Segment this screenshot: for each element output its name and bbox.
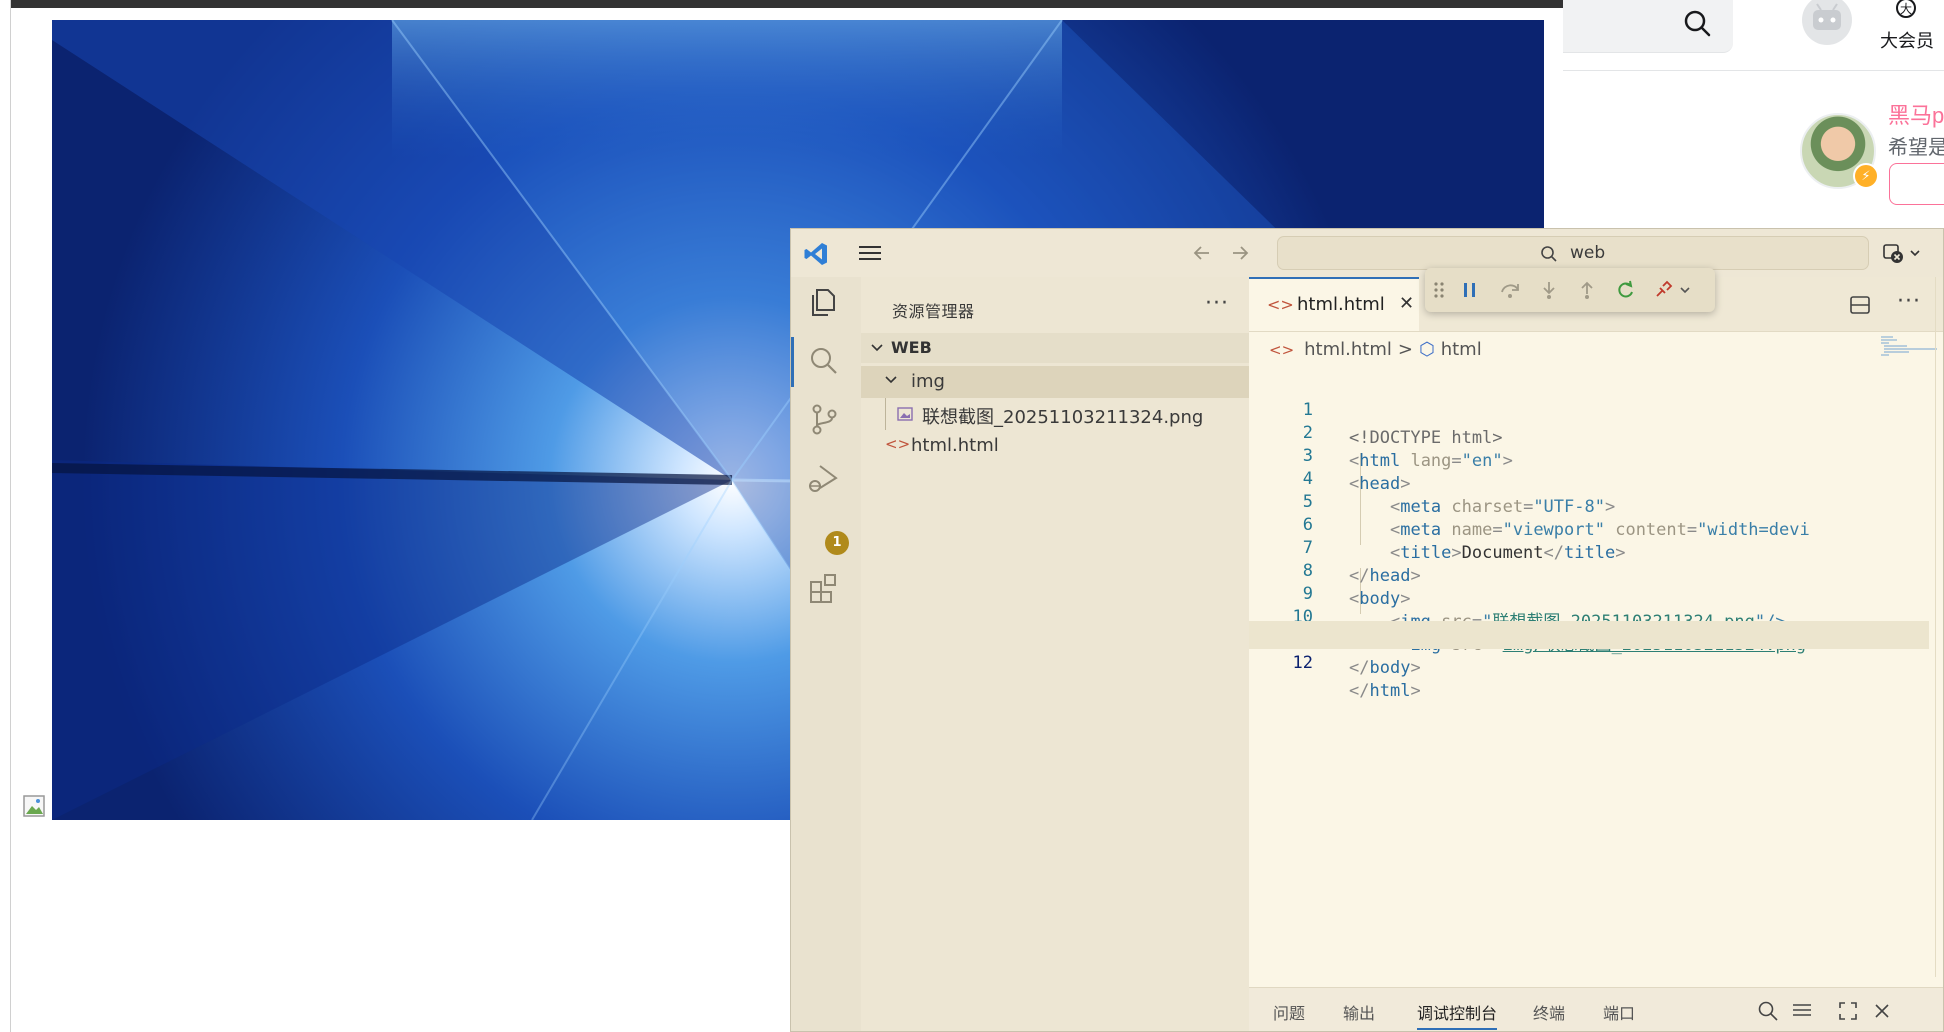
activity-bar: 1 xyxy=(791,277,862,1031)
vip-label[interactable]: 大会员 xyxy=(1880,27,1934,53)
profile-signature: 希望是 xyxy=(1888,137,1944,159)
breadcrumb-file[interactable]: html.html xyxy=(1304,339,1392,360)
step-out-icon[interactable] xyxy=(1577,280,1597,304)
symbol-icon: ⬡ xyxy=(1418,339,1435,360)
menu-icon[interactable] xyxy=(857,243,883,267)
tab-problems[interactable]: 问题 xyxy=(1273,1000,1305,1024)
copilot-status-icon[interactable] xyxy=(1881,241,1925,269)
profile-name[interactable]: 黑马p xyxy=(1888,98,1944,130)
run-and-debug-icon[interactable] xyxy=(806,461,842,501)
explorer-sidebar: 资源管理器 ··· WEB img 联想截图_20251103211324.pn… xyxy=(861,277,1250,1031)
breadcrumb-separator: > xyxy=(1397,339,1413,360)
filter-icon[interactable] xyxy=(1791,1000,1813,1026)
file-label: 联想截图_20251103211324.png xyxy=(922,407,1204,428)
minimap[interactable] xyxy=(1879,335,1939,435)
command-center-text: web xyxy=(1570,243,1606,263)
restart-icon[interactable] xyxy=(1616,280,1636,304)
mascot-avatar-icon[interactable] xyxy=(1800,0,1854,48)
vscode-window: web 1 资源管理器 ··· WEB img 联想截图_20251103211… xyxy=(790,228,1944,1032)
tree-folder-img[interactable]: img xyxy=(861,366,1249,398)
active-indicator xyxy=(791,337,794,387)
command-center-search[interactable]: web xyxy=(1277,236,1869,270)
workspace-section-header[interactable]: WEB xyxy=(861,333,1249,363)
close-icon[interactable] xyxy=(1871,1000,1893,1026)
split-editor-icon[interactable] xyxy=(1849,294,1871,320)
image-file-icon xyxy=(897,406,913,422)
code-editor[interactable]: 1 <!DOCTYPE html> 2 <html lang="en"> 3 <… xyxy=(1249,368,1929,701)
line-number: 12 xyxy=(1292,653,1313,673)
editor-area: <> html.html ✕ ··· <> html.html > ⬡ html… xyxy=(1249,268,1943,1031)
explorer-title: 资源管理器 xyxy=(892,302,975,321)
tree-file-html[interactable]: <> html.html xyxy=(861,430,1249,462)
search-icon[interactable] xyxy=(806,343,842,383)
file-label: html.html xyxy=(911,435,999,456)
breadcrumb-symbol[interactable]: html xyxy=(1441,339,1482,360)
title-bar: web xyxy=(791,229,1943,277)
tab-debug-console[interactable]: 调试控制台 xyxy=(1417,1000,1498,1030)
workspace-label: WEB xyxy=(891,338,932,357)
header-divider xyxy=(1563,70,1944,71)
html-file-icon: <> xyxy=(1267,295,1294,314)
tab-output[interactable]: 输出 xyxy=(1343,1000,1375,1024)
html-file-icon: <> xyxy=(885,435,911,453)
vscode-logo-icon xyxy=(803,241,829,271)
tree-file-png[interactable]: 联想截图_20251103211324.png xyxy=(861,398,1249,430)
source-control-icon[interactable] xyxy=(806,401,842,441)
arrow-left-icon[interactable] xyxy=(1191,242,1213,268)
folder-label: img xyxy=(911,371,945,392)
more-actions-icon[interactable]: ··· xyxy=(1205,291,1229,316)
broken-image-icon xyxy=(23,795,47,819)
disconnect-icon[interactable] xyxy=(1653,280,1693,304)
html-file-icon: <> xyxy=(1269,341,1295,359)
code-text: </html> xyxy=(1349,681,1421,701)
chevron-down-icon xyxy=(869,340,885,360)
step-into-icon[interactable] xyxy=(1539,280,1559,304)
search-icon[interactable] xyxy=(1757,1000,1779,1026)
editor-tabs: <> html.html ✕ ··· xyxy=(1249,268,1943,332)
more-actions-icon[interactable]: ··· xyxy=(1897,289,1921,314)
tab-terminal[interactable]: 终端 xyxy=(1533,1000,1565,1024)
scrollbar-track[interactable] xyxy=(1935,277,1936,977)
svg-text:大: 大 xyxy=(1900,2,1912,16)
tab-html[interactable]: <> html.html ✕ xyxy=(1249,277,1419,331)
debug-count-badge: 1 xyxy=(825,531,849,555)
lightning-badge-icon: ⚡ xyxy=(1853,163,1879,189)
extensions-icon[interactable] xyxy=(806,570,842,610)
search-icon xyxy=(1540,245,1558,267)
tab-label: html.html xyxy=(1297,294,1385,315)
search-icon[interactable] xyxy=(1682,8,1712,43)
tab-ports[interactable]: 端口 xyxy=(1603,1000,1635,1024)
maximize-panel-icon[interactable] xyxy=(1837,1000,1859,1026)
close-icon[interactable]: ✕ xyxy=(1399,293,1414,314)
drag-handle-icon[interactable] xyxy=(1431,280,1447,304)
site-search-box[interactable] xyxy=(1563,0,1733,53)
panel-bar: 问题 输出 调试控制台 终端 端口 xyxy=(1249,987,1943,1031)
browser-top-bar xyxy=(11,0,1564,8)
follow-button[interactable] xyxy=(1889,163,1944,205)
pause-icon[interactable] xyxy=(1460,280,1480,304)
debug-toolbar xyxy=(1425,268,1715,312)
step-over-icon[interactable] xyxy=(1499,280,1521,304)
chevron-down-icon xyxy=(883,372,899,393)
breadcrumb: <> html.html > ⬡ html xyxy=(1269,339,1482,360)
arrow-right-icon[interactable] xyxy=(1229,242,1251,268)
code-line-current: 12 </html> xyxy=(1249,621,1929,701)
explorer-icon[interactable] xyxy=(806,284,842,324)
indent-guide xyxy=(885,398,886,430)
